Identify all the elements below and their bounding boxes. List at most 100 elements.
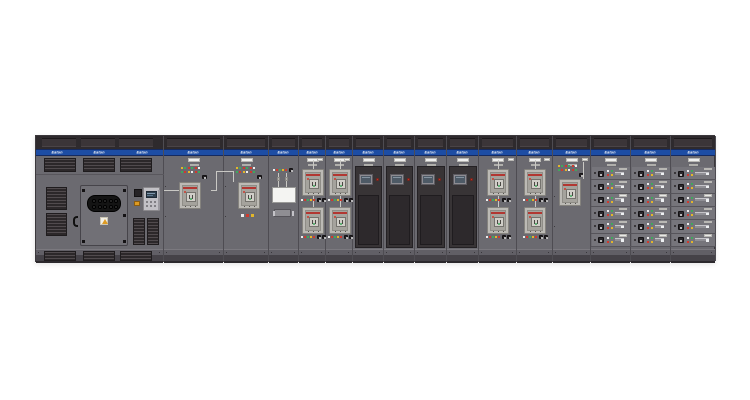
handle-tip — [661, 173, 664, 176]
indicator-light — [647, 187, 649, 189]
mcc-unit-row — [592, 207, 630, 219]
unit-operating-handle — [615, 238, 624, 241]
unit-breaker-switch — [638, 171, 644, 177]
unit-screw — [674, 225, 676, 227]
control-switch — [344, 235, 348, 239]
indicator-row — [273, 168, 295, 173]
unit-breaker-switch — [678, 171, 684, 177]
unit-breaker-switch — [598, 197, 604, 203]
brand-band: Eaton — [224, 149, 268, 156]
section-body — [224, 156, 268, 249]
door-screw — [225, 216, 226, 217]
roof-vent — [302, 138, 322, 147]
control-switch — [349, 198, 353, 202]
mcc-unit-row — [632, 207, 670, 219]
unit-operating-handle — [655, 225, 664, 228]
indicator-light — [647, 223, 649, 225]
indicator-cluster — [181, 167, 207, 179]
rail-screw — [512, 252, 513, 253]
breaker-glyph — [500, 182, 501, 186]
breaker-glyph — [342, 220, 343, 224]
breaker-status-light-green — [340, 223, 342, 225]
indicator-light — [568, 169, 570, 171]
base-plinth — [447, 255, 478, 263]
indicator-light — [691, 201, 693, 203]
breaker-status-light-green — [249, 198, 251, 200]
indicator-light — [239, 167, 241, 169]
roof-vent — [556, 138, 587, 147]
roof-vent — [450, 138, 475, 147]
mimic-bus-line — [498, 160, 499, 169]
nameplate-tag — [645, 158, 657, 162]
indicator-light — [647, 237, 649, 239]
cam-lock-receptacle — [103, 205, 107, 209]
nameplate-tag — [607, 164, 616, 167]
indicator-light — [611, 227, 613, 229]
indicator-light — [611, 210, 613, 212]
handle-tip — [706, 186, 709, 189]
indicator-light — [307, 236, 309, 238]
rail-screw — [626, 252, 627, 253]
indicator-light — [575, 165, 577, 167]
drive-lower-panel — [358, 195, 379, 245]
breaker-screw — [190, 206, 191, 207]
breaker-status-light-green — [535, 185, 537, 187]
breaker-status-light-red — [529, 216, 531, 218]
roof-vent-zone — [415, 136, 446, 149]
breaker-faceplate — [336, 217, 346, 227]
rail-screw — [166, 252, 167, 253]
control-switch — [502, 235, 506, 239]
indicator-light — [691, 183, 693, 185]
breaker-unit — [302, 169, 324, 196]
hmi-button — [154, 201, 156, 203]
breaker-screw — [493, 193, 494, 194]
indicator-light — [611, 174, 613, 176]
breaker-screw — [185, 206, 186, 207]
indicator-light — [246, 167, 248, 169]
nameplate-tag — [647, 164, 656, 167]
indicator-light — [651, 183, 653, 185]
mcc-unit-row — [672, 167, 715, 179]
section-body — [269, 156, 298, 249]
pt-fuse — [277, 177, 280, 181]
cam-lock-receptacle — [92, 199, 96, 203]
warning-triangle-icon — [102, 219, 108, 224]
roof-vent — [119, 138, 153, 147]
unit-breaker-switch — [678, 197, 684, 203]
handle-tip — [661, 186, 664, 189]
unit-operating-handle — [695, 225, 709, 228]
rail-screw — [474, 252, 475, 253]
indicator-light — [561, 169, 563, 171]
unit-breaker-switch — [638, 224, 644, 230]
drive-display — [390, 174, 404, 185]
breaker-status-light-red — [243, 191, 245, 193]
base-plinth — [326, 255, 352, 263]
indicator-light — [328, 199, 330, 201]
rail-screw — [301, 252, 302, 253]
breaker-screw — [313, 193, 314, 194]
drive-display — [453, 174, 467, 185]
indicator-light — [611, 223, 613, 225]
unit-breaker-switch — [678, 237, 684, 243]
indicator-light — [691, 223, 693, 225]
breaker-rating-label — [306, 174, 320, 176]
indicator-light — [313, 199, 315, 201]
indicator-light — [611, 170, 613, 172]
section-drive: Eaton — [353, 136, 384, 261]
indicator-light — [243, 167, 245, 169]
unit-breaker-switch — [678, 224, 684, 230]
mcc-unit-row — [632, 167, 670, 179]
indicator-light — [687, 174, 689, 176]
drive-screen-line — [362, 177, 370, 178]
row-separator — [631, 246, 671, 247]
drive-screen-line — [456, 177, 464, 178]
indicator-light — [558, 169, 560, 171]
rail-screw — [348, 252, 349, 253]
indicator-row — [523, 198, 547, 203]
breaker-status-light-red — [529, 178, 531, 180]
rail-screw — [264, 252, 265, 253]
roof-vent — [520, 138, 549, 147]
drive-lower-panel — [420, 195, 442, 245]
indicator-light — [236, 167, 238, 169]
breaker-status-light-red — [307, 178, 309, 180]
